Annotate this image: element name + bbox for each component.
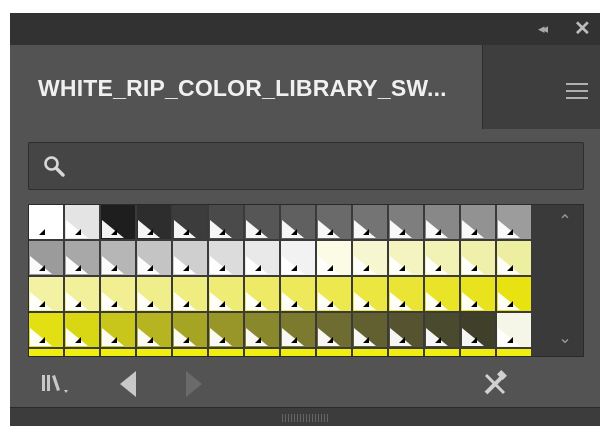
close-icon[interactable]: ✕ (574, 19, 592, 39)
color-swatch[interactable] (209, 277, 243, 311)
color-swatch[interactable] (461, 349, 495, 356)
color-swatch[interactable] (317, 277, 351, 311)
color-swatch[interactable] (101, 205, 135, 239)
panel-bottom-toolbar (10, 365, 600, 403)
color-swatch[interactable] (29, 349, 63, 356)
swatch-row (29, 241, 535, 275)
color-swatch[interactable] (425, 349, 459, 356)
color-swatch[interactable] (101, 241, 135, 275)
color-swatch[interactable] (317, 349, 351, 356)
chevron-up-icon[interactable]: ⌃ (555, 214, 575, 230)
tab-white-rip-color-library[interactable]: WHITE_RIP_COLOR_LIBRARY_SW... (10, 45, 483, 129)
panel-resize-footer (10, 407, 600, 426)
swatch-row (29, 205, 535, 239)
color-swatch[interactable] (65, 241, 99, 275)
color-swatch[interactable] (497, 277, 531, 311)
color-swatch[interactable] (29, 205, 63, 239)
color-swatch[interactable] (461, 241, 495, 275)
color-swatch[interactable] (137, 313, 171, 347)
color-swatch[interactable] (173, 205, 207, 239)
resize-grip[interactable] (282, 414, 328, 422)
double-chevron-left-icon[interactable]: ◂◂ (538, 21, 554, 37)
color-swatch[interactable] (65, 205, 99, 239)
color-swatch[interactable] (209, 313, 243, 347)
color-swatch[interactable] (461, 277, 495, 311)
color-swatch[interactable] (353, 349, 387, 356)
color-swatch[interactable] (173, 277, 207, 311)
color-swatch[interactable] (389, 241, 423, 275)
color-swatch[interactable] (425, 205, 459, 239)
color-swatch[interactable] (245, 277, 279, 311)
vertical-scrollbar[interactable]: ⌃ ⌄ (547, 205, 583, 356)
color-swatch[interactable] (281, 313, 315, 347)
swatch-libraries-menu-icon[interactable] (40, 373, 74, 395)
color-swatch[interactable] (389, 277, 423, 311)
tab-row: WHITE_RIP_COLOR_LIBRARY_SW... (10, 45, 600, 129)
next-library-icon[interactable] (186, 371, 202, 397)
color-swatch[interactable] (65, 349, 99, 356)
color-swatch[interactable] (353, 241, 387, 275)
swatch-row (29, 313, 535, 347)
color-swatch[interactable] (209, 349, 243, 356)
swatch-grid-container: ⌃ ⌄ (28, 204, 584, 357)
search-field[interactable] (28, 142, 584, 190)
color-swatch[interactable] (353, 313, 387, 347)
color-swatch[interactable] (389, 205, 423, 239)
color-swatch[interactable] (281, 349, 315, 356)
color-swatch[interactable] (137, 205, 171, 239)
swatch-library-panel: ◂◂ ✕ WHITE_RIP_COLOR_LIBRARY_SW... ⌃ ⌄ (10, 13, 600, 426)
color-swatch[interactable] (209, 205, 243, 239)
color-swatch[interactable] (29, 241, 63, 275)
color-swatch[interactable] (497, 313, 531, 347)
color-swatch[interactable] (65, 313, 99, 347)
color-swatch[interactable] (137, 349, 171, 356)
color-swatch[interactable] (101, 277, 135, 311)
color-swatch[interactable] (209, 241, 243, 275)
color-swatch[interactable] (101, 313, 135, 347)
color-swatch[interactable] (245, 313, 279, 347)
previous-library-icon[interactable] (120, 371, 136, 397)
color-swatch[interactable] (353, 277, 387, 311)
color-swatch[interactable] (173, 349, 207, 356)
color-swatch[interactable] (317, 313, 351, 347)
swatch-row (29, 277, 535, 311)
color-swatch[interactable] (497, 349, 531, 356)
color-swatch[interactable] (353, 205, 387, 239)
search-icon (44, 156, 65, 177)
color-swatch[interactable] (497, 205, 531, 239)
color-swatch[interactable] (281, 277, 315, 311)
color-swatch[interactable] (389, 349, 423, 356)
tab-label: WHITE_RIP_COLOR_LIBRARY_SW... (38, 75, 447, 101)
color-swatch[interactable] (497, 241, 531, 275)
color-swatch[interactable] (137, 241, 171, 275)
panel-title-bar: ◂◂ ✕ (10, 13, 600, 45)
color-swatch[interactable] (317, 205, 351, 239)
color-swatch[interactable] (281, 205, 315, 239)
chevron-down-icon[interactable]: ⌄ (555, 331, 575, 347)
color-swatch[interactable] (245, 205, 279, 239)
color-swatch[interactable] (173, 241, 207, 275)
color-swatch[interactable] (317, 241, 351, 275)
search-input[interactable] (77, 151, 571, 183)
color-swatch[interactable] (461, 205, 495, 239)
color-swatch[interactable] (29, 313, 63, 347)
swatch-row (29, 349, 535, 356)
swatch-grid (29, 205, 535, 356)
color-swatch[interactable] (281, 241, 315, 275)
color-swatch[interactable] (245, 349, 279, 356)
color-swatch[interactable] (425, 313, 459, 347)
color-swatch[interactable] (101, 349, 135, 356)
swatch-options-icon[interactable] (480, 369, 510, 399)
color-swatch[interactable] (425, 241, 459, 275)
color-swatch[interactable] (461, 313, 495, 347)
color-swatch[interactable] (173, 313, 207, 347)
color-swatch[interactable] (65, 277, 99, 311)
color-swatch[interactable] (29, 277, 63, 311)
hamburger-menu-icon[interactable] (566, 83, 588, 99)
color-swatch[interactable] (137, 277, 171, 311)
color-swatch[interactable] (245, 241, 279, 275)
color-swatch[interactable] (425, 277, 459, 311)
color-swatch[interactable] (389, 313, 423, 347)
